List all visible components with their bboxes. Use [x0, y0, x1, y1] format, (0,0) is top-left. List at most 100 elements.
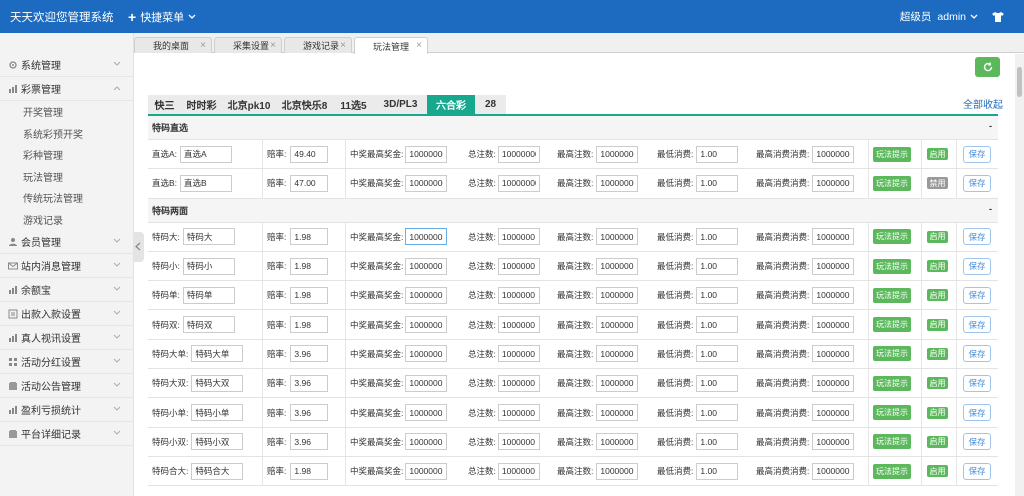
play-name-input[interactable]: [182, 316, 235, 334]
play-name-input[interactable]: [191, 345, 244, 363]
sidebar-subitem[interactable]: 系统彩预开奖: [0, 123, 133, 145]
lottery-tab[interactable]: 时时彩: [181, 95, 222, 114]
sidebar-item[interactable]: 盈利亏损统计: [0, 398, 133, 422]
page-tab[interactable]: 我的桌面 ×: [134, 37, 212, 53]
close-icon[interactable]: ×: [416, 40, 422, 51]
odds-input[interactable]: [290, 404, 329, 422]
max-bets-input[interactable]: [596, 316, 639, 334]
save-button[interactable]: 保存: [963, 145, 991, 163]
play-name-input[interactable]: [182, 286, 235, 304]
close-icon[interactable]: ×: [340, 40, 346, 51]
save-button[interactable]: 保存: [963, 345, 991, 363]
save-button[interactable]: 保存: [963, 257, 991, 275]
skin-shirt-icon[interactable]: [992, 11, 1004, 22]
max-bets-input[interactable]: [596, 433, 639, 451]
collapse-toggle[interactable]: -: [989, 121, 992, 131]
status-toggle-button[interactable]: 启用: [927, 435, 948, 448]
status-toggle-button[interactable]: 启用: [927, 230, 948, 243]
max-prize-input[interactable]: [405, 257, 448, 275]
max-prize-input[interactable]: [405, 286, 448, 304]
lottery-tab[interactable]: 六合彩: [427, 95, 475, 114]
status-toggle-button[interactable]: 禁用: [927, 177, 948, 190]
max-spend-input[interactable]: [812, 462, 855, 480]
play-tip-button[interactable]: 玩法提示: [873, 317, 911, 333]
play-name-input[interactable]: [182, 228, 235, 246]
sidebar-item[interactable]: 出款入款设置: [0, 302, 133, 326]
total-bets-input[interactable]: [497, 433, 540, 451]
total-bets-input[interactable]: [497, 404, 540, 422]
play-tip-button[interactable]: 玩法提示: [873, 463, 911, 479]
sidebar-collapse-handle[interactable]: [133, 232, 144, 262]
max-prize-input[interactable]: [405, 145, 448, 163]
sidebar-subitem[interactable]: 开奖管理: [0, 101, 133, 123]
min-spend-input[interactable]: [696, 345, 739, 363]
collapse-toggle[interactable]: -: [989, 204, 992, 214]
lottery-tab[interactable]: 28: [475, 95, 506, 114]
max-prize-input[interactable]: [405, 374, 448, 392]
max-spend-input[interactable]: [812, 145, 855, 163]
lottery-tab[interactable]: 11选5: [333, 95, 374, 114]
quick-menu-button[interactable]: + 快捷菜单: [128, 9, 196, 25]
play-tip-button[interactable]: 玩法提示: [873, 229, 911, 245]
max-bets-input[interactable]: [596, 228, 639, 246]
scrollbar-thumb[interactable]: [1017, 67, 1022, 97]
status-toggle-button[interactable]: 启用: [927, 406, 948, 419]
sidebar-item[interactable]: 活动分红设置: [0, 350, 133, 374]
play-name-input[interactable]: [180, 145, 233, 163]
total-bets-input[interactable]: [497, 374, 540, 392]
sidebar-item[interactable]: 彩票管理: [0, 77, 133, 101]
sidebar-item[interactable]: 活动公告管理: [0, 374, 133, 398]
total-bets-input[interactable]: [497, 462, 540, 480]
total-bets-input[interactable]: [497, 316, 540, 334]
play-tip-button[interactable]: 玩法提示: [873, 346, 911, 362]
user-menu[interactable]: admin: [937, 11, 978, 23]
lottery-tab[interactable]: 北京快乐8: [276, 95, 333, 114]
odds-input[interactable]: [290, 462, 329, 480]
play-tip-button[interactable]: 玩法提示: [873, 287, 911, 303]
lottery-tab[interactable]: 快三: [148, 95, 181, 114]
total-bets-input[interactable]: [497, 228, 540, 246]
min-spend-input[interactable]: [696, 174, 739, 192]
max-spend-input[interactable]: [812, 374, 855, 392]
save-button[interactable]: 保存: [963, 404, 991, 422]
max-prize-input[interactable]: [405, 462, 448, 480]
min-spend-input[interactable]: [696, 433, 739, 451]
status-toggle-button[interactable]: 启用: [927, 260, 948, 273]
vertical-scrollbar[interactable]: [1015, 54, 1024, 496]
play-name-input[interactable]: [191, 462, 244, 480]
odds-input[interactable]: [290, 228, 329, 246]
sidebar-item[interactable]: 余额宝: [0, 278, 133, 302]
max-spend-input[interactable]: [812, 433, 855, 451]
status-toggle-button[interactable]: 启用: [927, 465, 948, 478]
min-spend-input[interactable]: [696, 374, 739, 392]
max-bets-input[interactable]: [596, 145, 639, 163]
max-bets-input[interactable]: [596, 257, 639, 275]
play-tip-button[interactable]: 玩法提示: [873, 434, 911, 450]
max-spend-input[interactable]: [812, 286, 855, 304]
sidebar-item[interactable]: 系统管理: [0, 53, 133, 77]
sidebar-subitem[interactable]: 游戏记录: [0, 209, 133, 231]
status-toggle-button[interactable]: 启用: [927, 377, 948, 390]
total-bets-input[interactable]: [497, 145, 540, 163]
sidebar-subitem[interactable]: 玩法管理: [0, 166, 133, 188]
max-prize-input[interactable]: [405, 404, 448, 422]
max-spend-input[interactable]: [812, 228, 855, 246]
sidebar-item[interactable]: 站内消息管理: [0, 254, 133, 278]
collapse-all-link[interactable]: 全部收起: [963, 96, 1003, 111]
total-bets-input[interactable]: [497, 257, 540, 275]
min-spend-input[interactable]: [696, 145, 739, 163]
max-bets-input[interactable]: [596, 286, 639, 304]
max-bets-input[interactable]: [596, 374, 639, 392]
min-spend-input[interactable]: [696, 462, 739, 480]
odds-input[interactable]: [290, 433, 329, 451]
sidebar-item[interactable]: 平台详细记录: [0, 422, 133, 446]
play-tip-button[interactable]: 玩法提示: [873, 258, 911, 274]
save-button[interactable]: 保存: [963, 228, 991, 246]
total-bets-input[interactable]: [497, 345, 540, 363]
max-prize-input[interactable]: [405, 316, 448, 334]
save-button[interactable]: 保存: [963, 433, 991, 451]
max-prize-input[interactable]: [405, 345, 448, 363]
close-icon[interactable]: ×: [270, 40, 276, 51]
refresh-button[interactable]: [975, 57, 1000, 77]
play-tip-button[interactable]: 玩法提示: [873, 375, 911, 391]
